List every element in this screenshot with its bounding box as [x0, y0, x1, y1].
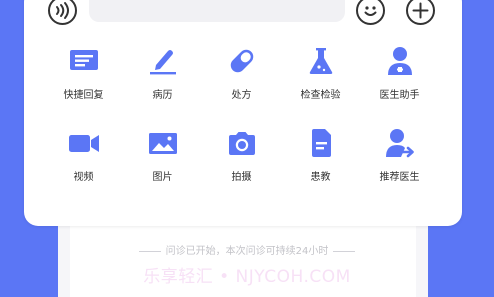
medical-record-label: 病历 [152, 90, 173, 101]
patient-education-button[interactable]: 患教 [281, 126, 360, 208]
patient-education-icon [304, 126, 338, 160]
quick-reply-label: 快捷回复 [63, 90, 104, 101]
lab-test-label: 检查检验 [300, 90, 341, 101]
camera-label: 拍摄 [231, 172, 252, 183]
image-button[interactable]: 图片 [123, 126, 202, 208]
image-icon [146, 126, 180, 160]
watermark: 乐享轻汇 • NJYCOH.COM [143, 267, 351, 287]
recommend-doctor-icon [383, 126, 417, 160]
recommend-doctor-button[interactable]: 推荐医生 [360, 126, 439, 208]
doctor-assistant-icon [383, 44, 417, 78]
prescription-label: 处方 [231, 90, 252, 101]
message-input[interactable] [89, 0, 345, 22]
image-label: 图片 [152, 172, 173, 183]
voice-icon[interactable] [48, 0, 77, 25]
doctor-assistant-button[interactable]: 医生助手 [360, 44, 439, 126]
lab-test-icon [304, 44, 338, 78]
consultation-notice: 问诊已开始，本次问诊可持续24小时 [0, 242, 494, 257]
lab-test-button[interactable]: 检查检验 [281, 44, 360, 126]
consultation-notice-text: 问诊已开始，本次问诊可持续24小时 [165, 246, 329, 257]
patient-education-label: 患教 [310, 172, 331, 183]
video-icon [67, 126, 101, 160]
emoji-icon[interactable] [356, 0, 385, 25]
action-panel: 快捷回复 病历 处方 检查检验 医生助手 视频 图片 拍摄 患教 推荐医生 [24, 0, 462, 226]
quick-reply-icon [67, 44, 101, 78]
camera-button[interactable]: 拍摄 [202, 126, 281, 208]
video-label: 视频 [73, 172, 94, 183]
medical-record-icon [146, 44, 180, 78]
plus-icon[interactable] [406, 0, 435, 25]
prescription-icon [225, 44, 259, 78]
input-bar [24, 0, 462, 34]
doctor-assistant-label: 医生助手 [379, 90, 420, 101]
quick-reply-button[interactable]: 快捷回复 [44, 44, 123, 126]
camera-icon [225, 126, 259, 160]
video-button[interactable]: 视频 [44, 126, 123, 208]
recommend-doctor-label: 推荐医生 [379, 172, 420, 183]
action-grid: 快捷回复 病历 处方 检查检验 医生助手 视频 图片 拍摄 患教 推荐医生 [44, 44, 439, 208]
medical-record-button[interactable]: 病历 [123, 44, 202, 126]
prescription-button[interactable]: 处方 [202, 44, 281, 126]
